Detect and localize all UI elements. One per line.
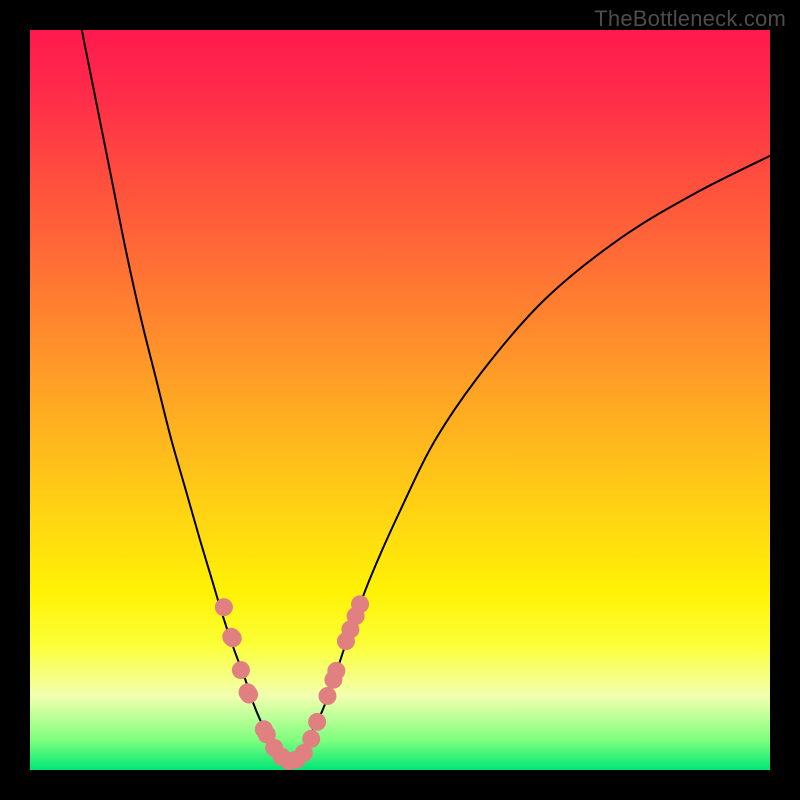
marker-layer bbox=[215, 595, 369, 770]
curves-svg bbox=[30, 30, 770, 770]
data-marker bbox=[224, 629, 242, 647]
data-marker bbox=[327, 662, 345, 680]
data-marker bbox=[240, 686, 258, 704]
curve-left-branch bbox=[82, 30, 289, 761]
data-marker bbox=[232, 661, 250, 679]
curve-layer bbox=[82, 30, 770, 761]
data-marker bbox=[351, 595, 369, 613]
data-marker bbox=[318, 687, 336, 705]
data-marker bbox=[302, 730, 320, 748]
plot-area bbox=[30, 30, 770, 770]
watermark-text: TheBottleneck.com bbox=[594, 6, 786, 32]
chart-frame: TheBottleneck.com bbox=[0, 0, 800, 800]
data-marker bbox=[308, 713, 326, 731]
data-marker bbox=[215, 598, 233, 616]
curve-right-branch bbox=[289, 156, 770, 761]
